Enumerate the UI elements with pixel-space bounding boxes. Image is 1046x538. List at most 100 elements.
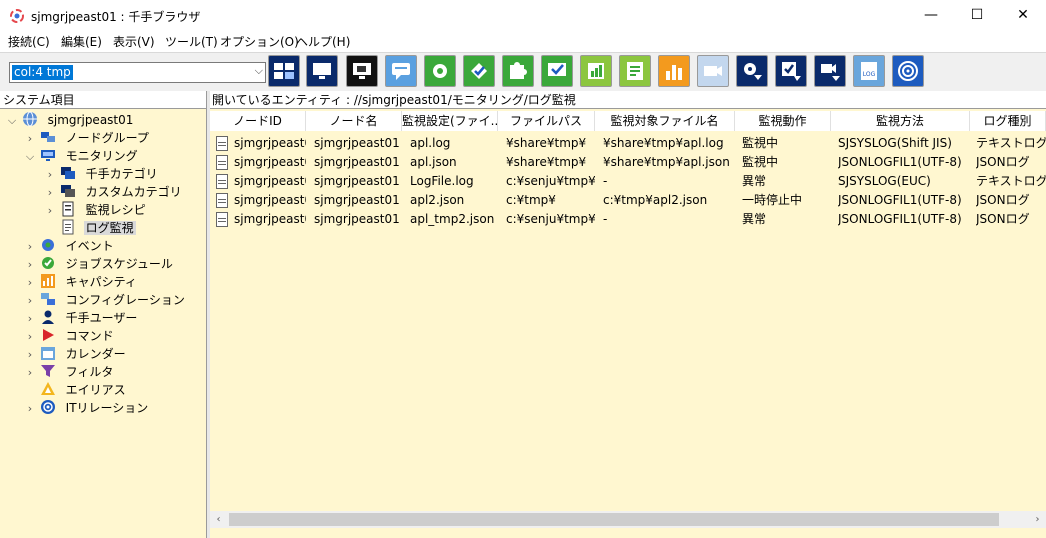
table-row[interactable]: sjmgrjpeast01 sjmgrjpeast01 apl_tmp2.jso… (210, 210, 1046, 229)
cell-monitor-method: SJSYSLOG(Shift JIS) (838, 136, 952, 150)
cell-monitor-setting: apl_tmp2.json (410, 212, 495, 226)
chevron-right-icon[interactable]: › (44, 184, 56, 202)
chevron-down-icon[interactable]: ⌵ (24, 148, 36, 166)
table-row[interactable]: sjmgrjpeast01 sjmgrjpeast01 apl2.json c:… (210, 191, 1046, 210)
chevron-right-icon[interactable]: › (24, 364, 36, 382)
tree-node-node-group[interactable]: › ノードグループ (24, 129, 151, 147)
tree-node-senju-category[interactable]: › 千手カテゴリ (44, 165, 160, 183)
radar-button[interactable] (892, 55, 924, 87)
scroll-left-icon[interactable]: ‹ (210, 511, 227, 528)
chevron-right-icon[interactable]: › (44, 166, 56, 184)
column-header-log-type[interactable]: ログ種別 (970, 111, 1046, 131)
table-row[interactable]: sjmgrjpeast01 sjmgrjpeast01 apl.log ¥sha… (210, 134, 1046, 153)
camera-arrow-button[interactable] (814, 55, 846, 87)
bar-chart-icon (666, 65, 682, 80)
column-header-monitor-status[interactable]: 監視動作 (735, 111, 831, 131)
horizontal-scrollbar[interactable]: ‹ › (210, 511, 1046, 528)
chart-button[interactable] (580, 55, 612, 87)
window-title: sjmgrjpeast01 : 千手ブラウザ (31, 10, 201, 24)
camera-arrow-icon (821, 64, 840, 81)
tree-node-recipe[interactable]: › 監視レシピ (44, 201, 148, 219)
close-button[interactable]: ✕ (1000, 0, 1046, 31)
tree-node-it-relation[interactable]: › ITリレーション (24, 399, 150, 417)
entity-path: 開いているエンティティ : //sjmgrjpeast01/モニタリング/ログ監… (210, 91, 1046, 109)
chevron-right-icon[interactable]: › (24, 400, 36, 418)
gear-arrow-icon (744, 63, 762, 80)
scroll-right-icon[interactable]: › (1029, 511, 1046, 528)
tree-node-filter[interactable]: › フィルタ (24, 363, 115, 381)
chevron-down-icon[interactable]: ⌵ (255, 64, 263, 78)
column-header-monitor-method[interactable]: 監視方法 (831, 111, 970, 131)
check-event-button[interactable] (463, 55, 495, 87)
column-header-node-name[interactable]: ノード名 (306, 111, 402, 131)
command-icon (42, 329, 54, 341)
cell-monitor-status: 一時停止中 (742, 193, 803, 207)
chevron-right-icon[interactable]: › (44, 202, 56, 220)
tree-node-job-schedule[interactable]: › ジョブスケジュール (24, 255, 175, 273)
column-header-node-id[interactable]: ノードID (210, 111, 306, 131)
tree-node-capacity[interactable]: › キャパシティ (24, 273, 139, 291)
chevron-down-icon[interactable]: ⌵ (6, 112, 18, 130)
tree-node-label: ログ監視 (83, 221, 136, 235)
maximize-button[interactable]: ☐ (954, 0, 1000, 31)
monitor-button[interactable] (306, 55, 338, 87)
menu-connect[interactable]: 接続(C) (8, 33, 50, 50)
chevron-right-icon[interactable]: › (24, 310, 36, 328)
chevron-right-icon[interactable]: › (24, 292, 36, 310)
menu-help[interactable]: ヘルプ(H) (296, 33, 350, 50)
check-arrow-button[interactable] (775, 55, 807, 87)
gear-arrow-button[interactable] (736, 55, 768, 87)
puzzle-button[interactable] (502, 55, 534, 87)
tree-node-label: フィルタ (65, 365, 114, 379)
column-header-monitor-setting[interactable]: 監視設定(ファイ... (402, 111, 498, 131)
chevron-right-icon[interactable]: › (24, 238, 36, 256)
table-row[interactable]: sjmgrjpeast01 sjmgrjpeast01 apl.json ¥sh… (210, 153, 1046, 172)
tree-node-label: sjmgrjpeast01 (47, 113, 134, 127)
tree-node-label: キャパシティ (65, 275, 137, 289)
entity-combo[interactable]: col:4 tmp ⌵ (9, 62, 266, 83)
tree-node-monitoring[interactable]: ⌵ モニタリング (24, 147, 140, 165)
column-header-file-path[interactable]: ファイルパス (498, 111, 595, 131)
chevron-right-icon[interactable]: › (24, 274, 36, 292)
chevron-right-icon[interactable]: › (24, 256, 36, 274)
gear-event-button[interactable] (424, 55, 456, 87)
bar-chart-button[interactable] (658, 55, 690, 87)
log-button[interactable]: LOG (853, 55, 885, 87)
list-pane: 開いているエンティティ : //sjmgrjpeast01/モニタリング/ログ監… (210, 91, 1046, 538)
tree-node-log-monitor[interactable]: ログ監視 (44, 219, 136, 237)
camera-icon (704, 66, 722, 76)
monitor-icon (40, 150, 55, 161)
scrollbar-thumb[interactable] (229, 513, 999, 526)
camera-monitor-button[interactable] (346, 55, 378, 87)
tree-node-command[interactable]: › コマンド (24, 327, 116, 345)
tree-node-label: 千手カテゴリ (85, 167, 158, 181)
report-button[interactable] (619, 55, 651, 87)
menu-options[interactable]: オプション(O) (220, 33, 299, 50)
chevron-right-icon[interactable]: › (24, 130, 36, 148)
tree-node-configuration[interactable]: › コンフィグレーション (24, 291, 187, 309)
menu-tools[interactable]: ツール(T) (165, 33, 218, 50)
tree-node-senju-user[interactable]: › 千手ユーザー (24, 309, 139, 327)
camera-button[interactable] (697, 55, 729, 87)
tree-node-calendar[interactable]: › カレンダー (24, 345, 128, 363)
tree-pane: システム項目 ⌵ sjmgrjpeast01 › ノードグループ ⌵ モニタリン… (0, 91, 207, 538)
tree-node-label: コマンド (65, 329, 114, 343)
tree-node-event[interactable]: › イベント (24, 237, 116, 255)
chevron-right-icon[interactable]: › (24, 328, 36, 346)
checklist-button[interactable] (541, 55, 573, 87)
tree-node-label: ITリレーション (65, 401, 149, 415)
chevron-right-icon[interactable]: › (24, 346, 36, 364)
minimize-button[interactable]: — (908, 0, 954, 31)
menu-edit[interactable]: 編集(E) (61, 33, 102, 50)
node-group-button[interactable] (268, 55, 300, 87)
menu-view[interactable]: 表示(V) (113, 33, 155, 50)
table-row[interactable]: sjmgrjpeast01 sjmgrjpeast01 LogFile.log … (210, 172, 1046, 191)
column-header-target-file[interactable]: 監視対象ファイル名 (595, 111, 735, 131)
chat-event-button[interactable] (385, 55, 417, 87)
cell-target-file: - (603, 212, 608, 226)
tree-node-root[interactable]: ⌵ sjmgrjpeast01 (6, 111, 135, 129)
cell-node-name: sjmgrjpeast01 (314, 193, 400, 207)
tree-node-alias[interactable]: エイリアス (24, 381, 128, 399)
tree-node-custom-category[interactable]: › カスタムカテゴリ (44, 183, 184, 201)
cell-monitor-status: 監視中 (742, 136, 779, 150)
